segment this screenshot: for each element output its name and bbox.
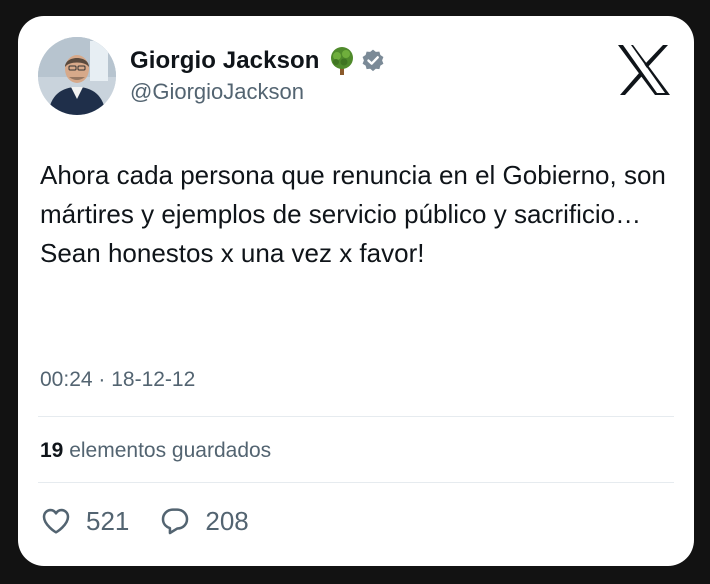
avatar[interactable]: [38, 37, 116, 115]
x-logo-icon[interactable]: [616, 44, 672, 96]
avatar-photo: [38, 37, 116, 115]
like-count: 521: [86, 505, 130, 536]
tweet-card: Giorgio Jackson @GiorgioJackson Ahora ca…: [18, 16, 694, 566]
tweet-text: Ahora cada persona que renuncia en el Go…: [40, 160, 666, 268]
comment-icon: [162, 508, 189, 535]
heart-icon: [42, 508, 70, 534]
action-bar: 521 208: [40, 505, 279, 537]
reply-count: 208: [205, 505, 249, 536]
author-row: Giorgio Jackson: [130, 46, 386, 76]
saved-number: 19: [40, 439, 64, 462]
reply-button[interactable]: 208: [159, 505, 249, 537]
author-handle[interactable]: @GiorgioJackson: [130, 79, 304, 105]
tree-icon: [328, 46, 356, 76]
saved-count[interactable]: 19 elementos guardados: [40, 439, 271, 463]
divider: [38, 482, 674, 483]
verified-badge-icon: [360, 48, 386, 74]
like-button[interactable]: 521: [40, 505, 129, 537]
divider: [38, 416, 674, 417]
author-name[interactable]: Giorgio Jackson: [130, 47, 320, 75]
saved-label: elementos guardados: [69, 439, 272, 462]
tweet-timestamp[interactable]: 00:24 · 18-12-12: [40, 368, 195, 392]
